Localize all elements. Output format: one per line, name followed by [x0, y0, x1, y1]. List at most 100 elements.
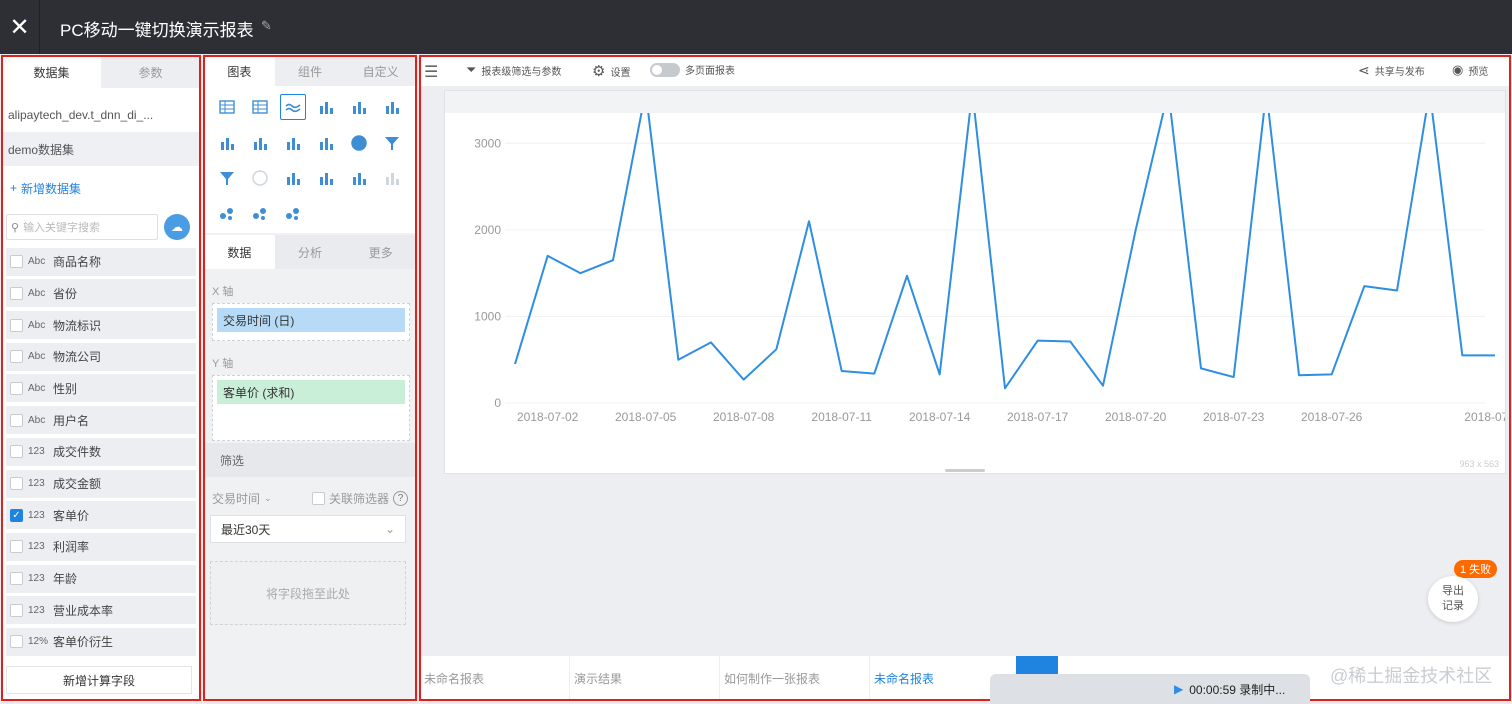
- field-item[interactable]: Abc 物流标识: [6, 311, 196, 340]
- field-checkbox[interactable]: [10, 635, 23, 649]
- field-checkbox[interactable]: ✓: [10, 508, 23, 522]
- heatmap-icon[interactable]: [313, 165, 339, 191]
- field-item[interactable]: Abc 性别: [6, 374, 196, 403]
- map-icon[interactable]: [247, 201, 273, 227]
- field-item[interactable]: 123 成交金额: [6, 469, 196, 498]
- menu-icon[interactable]: ☰: [424, 62, 438, 82]
- linked-filter-label: 关联筛选器: [328, 491, 389, 506]
- tab-data[interactable]: 数据: [204, 235, 275, 269]
- field-search-input[interactable]: ⚲ 输入关键字搜索: [6, 214, 158, 240]
- x-axis-field[interactable]: 交易时间 (日): [217, 308, 405, 332]
- tab-more[interactable]: 更多: [345, 235, 417, 269]
- bubble-icon[interactable]: [280, 201, 306, 227]
- export-records-button[interactable]: 导出 记录: [1428, 576, 1478, 622]
- stacked-hbar-icon[interactable]: [280, 130, 306, 156]
- column-icon[interactable]: [313, 130, 339, 156]
- edit-title-icon[interactable]: ✎: [261, 18, 272, 34]
- dataset-item[interactable]: demo数据集: [2, 132, 200, 166]
- pie-chart-icon[interactable]: [346, 130, 372, 156]
- settings-button[interactable]: ⚙ 设置: [592, 62, 630, 80]
- field-type: 123: [28, 604, 45, 616]
- field-checkbox[interactable]: [10, 318, 23, 332]
- radar-icon[interactable]: [280, 165, 306, 191]
- help-icon[interactable]: ?: [393, 490, 408, 506]
- bar-chart-icon[interactable]: [379, 94, 405, 120]
- field-checkbox[interactable]: [10, 477, 23, 490]
- report-tab[interactable]: 如何制作一张报表: [720, 656, 870, 700]
- horizontal-bar-icon[interactable]: [247, 130, 273, 156]
- share-button[interactable]: ⋖ 共享与发布: [1358, 62, 1425, 79]
- tab-analysis[interactable]: 分析: [274, 235, 346, 269]
- chart-card[interactable]: 0 1000 2000 3000 2018-07-02 2018-07-05 2018-07…: [444, 90, 1506, 474]
- funnel-icon[interactable]: [379, 130, 405, 156]
- preview-button[interactable]: ◉ 预览: [1452, 62, 1488, 78]
- close-icon[interactable]: ✕: [0, 0, 40, 54]
- ring-icon[interactable]: [247, 165, 273, 191]
- funnel-alt-icon[interactable]: [214, 165, 240, 191]
- date-range-value: 最近30天: [221, 522, 271, 537]
- date-range-select[interactable]: 最近30天 ⌄: [210, 515, 406, 543]
- field-item[interactable]: Abc 用户名: [6, 406, 196, 435]
- filter-params-button[interactable]: ⏷ 报表级筛选与参数: [466, 62, 561, 78]
- report-tab[interactable]: 未命名报表: [420, 656, 570, 700]
- field-checkbox[interactable]: [10, 572, 23, 586]
- field-item[interactable]: 12% 客单价衍生: [6, 627, 196, 656]
- field-checkbox[interactable]: [10, 381, 23, 395]
- tab-params[interactable]: 参数: [101, 56, 200, 88]
- toggle-switch[interactable]: [650, 62, 680, 77]
- y-axis-dropzone[interactable]: 客单价 (求和): [212, 375, 410, 441]
- filter-field[interactable]: 交易时间: [212, 490, 260, 507]
- add-dataset-button[interactable]: + 新增数据集: [2, 166, 200, 210]
- multi-page-toggle[interactable]: 多页面报表: [650, 62, 735, 77]
- field-name: 利润率: [53, 540, 90, 555]
- field-checkbox[interactable]: [10, 255, 23, 269]
- chart-type-grid: [204, 86, 416, 233]
- cloud-icon[interactable]: ☁: [164, 214, 190, 240]
- series-line[interactable]: [514, 91, 1495, 390]
- resize-handle[interactable]: [945, 469, 985, 472]
- tab-charts[interactable]: 图表: [204, 56, 275, 86]
- x-tick-label: 2018-07-31: [1464, 410, 1505, 424]
- stacked-bar-icon[interactable]: [346, 94, 372, 120]
- field-checkbox[interactable]: [10, 286, 23, 300]
- kpi-icon[interactable]: [379, 165, 405, 191]
- cross-table-icon[interactable]: [247, 94, 273, 120]
- x-axis-dropzone[interactable]: 交易时间 (日): [212, 303, 410, 341]
- linked-filter-checkbox[interactable]: [311, 491, 325, 505]
- field-checkbox[interactable]: [10, 445, 23, 459]
- field-type: Abc: [28, 382, 46, 394]
- tab-datasets[interactable]: 数据集: [2, 56, 101, 88]
- table-icon[interactable]: [214, 94, 240, 120]
- field-checkbox[interactable]: [10, 540, 23, 554]
- field-name: 物流公司: [53, 350, 102, 365]
- filter-dropzone[interactable]: 将字段拖至此处: [210, 561, 406, 625]
- combo-chart-icon[interactable]: [346, 165, 372, 191]
- field-checkbox[interactable]: [10, 413, 23, 427]
- dataset-item[interactable]: alipaytech_dev.t_dnn_di_...: [2, 98, 200, 132]
- top-bar: ✕ PC移动一键切换演示报表 ✎: [0, 0, 1512, 54]
- field-item[interactable]: Abc 物流公司: [6, 342, 196, 371]
- field-checkbox[interactable]: [10, 603, 23, 617]
- field-item[interactable]: Abc 省份: [6, 279, 196, 308]
- field-item[interactable]: 123 营业成本率: [6, 596, 196, 625]
- tab-custom[interactable]: 自定义: [345, 56, 416, 86]
- field-item[interactable]: 123 年龄: [6, 564, 196, 593]
- report-tab[interactable]: 演示结果: [570, 656, 720, 700]
- gear-icon: ⚙: [592, 63, 606, 80]
- add-calc-field-button[interactable]: 新增计算字段: [6, 666, 192, 694]
- grouped-bar-icon[interactable]: [214, 130, 240, 156]
- field-item[interactable]: ✓ 123 客单价: [6, 501, 196, 530]
- field-item[interactable]: Abc 商品名称: [6, 247, 196, 276]
- field-item[interactable]: 123 成交件数: [6, 437, 196, 466]
- x-tick-label: 2018-07-08: [713, 410, 775, 424]
- field-checkbox[interactable]: [10, 350, 23, 364]
- area-chart-icon[interactable]: [313, 94, 339, 120]
- scatter-icon[interactable]: [214, 201, 240, 227]
- tab-components[interactable]: 组件: [275, 56, 346, 86]
- field-item[interactable]: 123 利润率: [6, 532, 196, 561]
- field-type: 123: [28, 509, 45, 521]
- line-chart-icon[interactable]: [280, 94, 306, 120]
- eye-icon: ◉: [1452, 62, 1464, 77]
- y-axis-field[interactable]: 客单价 (求和): [217, 380, 405, 404]
- x-tick-label: 2018-07-26: [1301, 410, 1363, 424]
